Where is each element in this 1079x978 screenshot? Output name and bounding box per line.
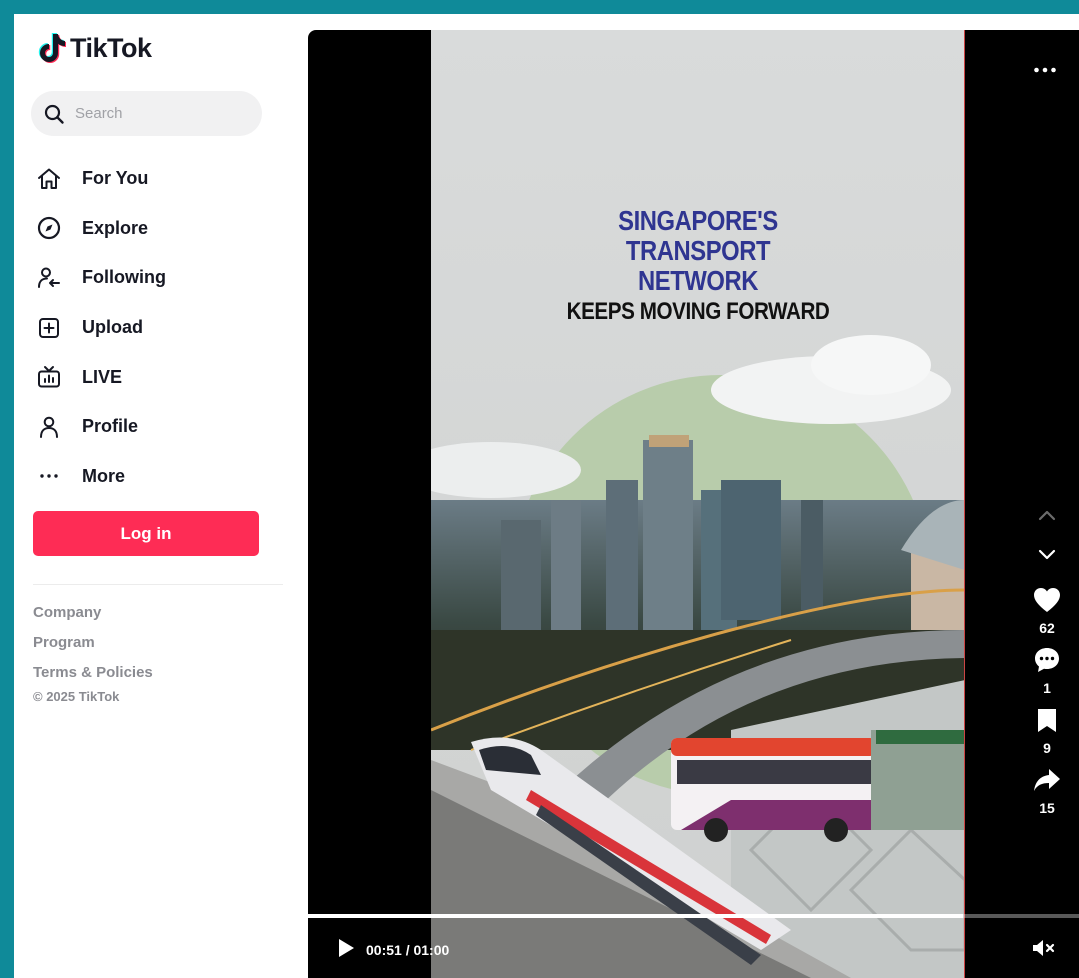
sidebar-item-upload[interactable]: Upload <box>36 303 166 353</box>
progress-fill <box>308 914 964 918</box>
sidebar-item-label: LIVE <box>82 366 123 387</box>
headline-line-2: TRANSPORT <box>625 235 771 266</box>
sidebar-item-following[interactable]: Following <box>36 253 166 303</box>
time-display: 00:51 / 01:00 <box>366 942 450 958</box>
comment-button[interactable]: 1 <box>1033 646 1061 696</box>
footer-link-program[interactable]: Program <box>33 633 153 663</box>
save-button[interactable]: 9 <box>1035 706 1059 756</box>
share-icon <box>1034 769 1060 791</box>
progress-bar[interactable] <box>308 914 1079 918</box>
divider <box>33 584 283 585</box>
profile-icon <box>36 414 62 440</box>
like-button[interactable]: 62 <box>1032 586 1062 636</box>
video-artwork <box>431 30 964 978</box>
copyright: © 2025 TikTok <box>33 689 120 704</box>
footer-link-company[interactable]: Company <box>33 603 153 633</box>
video-player[interactable]: SINGAPORE'S TRANSPORT NETWORK KEEPS MOVI… <box>308 30 1079 978</box>
search-input[interactable] <box>75 105 245 122</box>
next-video-button[interactable] <box>1037 548 1057 566</box>
sidebar-item-live[interactable]: LIVE <box>36 352 166 402</box>
bookmark-icon <box>1038 709 1056 732</box>
sidebar-item-for-you[interactable]: For You <box>36 154 166 204</box>
following-icon <box>36 265 62 291</box>
sidebar-nav: For You Explore Following Upload LIVE Pr… <box>36 154 166 501</box>
app-window: TikTok For You Explore Following <box>14 14 1079 978</box>
mute-button[interactable] <box>1031 937 1057 964</box>
headline-line-1: SINGAPORE'S <box>618 205 778 236</box>
like-count: 62 <box>1039 620 1055 636</box>
heart-icon <box>1034 588 1060 612</box>
home-icon <box>36 166 62 192</box>
comment-icon <box>1035 648 1059 672</box>
more-icon <box>36 463 62 489</box>
upload-icon <box>36 315 62 341</box>
play-icon <box>339 939 354 957</box>
chevron-down-icon <box>1038 549 1056 560</box>
tiktok-logo-icon <box>38 33 66 63</box>
sidebar-item-profile[interactable]: Profile <box>36 402 166 452</box>
sidebar-item-label: Upload <box>82 317 143 338</box>
play-button[interactable] <box>336 937 356 964</box>
action-bar: 62 1 9 15 <box>1025 508 1069 816</box>
sidebar-item-more[interactable]: More <box>36 452 166 502</box>
sidebar-item-explore[interactable]: Explore <box>36 204 166 254</box>
video-headline: SINGAPORE'S TRANSPORT NETWORK KEEPS MOVI… <box>431 205 964 327</box>
tiktok-logo[interactable]: TikTok <box>36 32 152 64</box>
share-button[interactable]: 15 <box>1032 766 1062 816</box>
login-button[interactable]: Log in <box>33 511 259 556</box>
search-bar[interactable] <box>31 91 262 136</box>
player-controls: 00:51 / 01:00 <box>308 920 1079 978</box>
sidebar-item-label: Following <box>82 267 166 288</box>
headline-line-4: KEEPS MOVING FORWARD <box>566 298 830 325</box>
sidebar-item-label: Profile <box>82 416 139 437</box>
sidebar-item-label: For You <box>82 168 149 189</box>
live-icon <box>36 364 62 390</box>
previous-video-button[interactable] <box>1037 508 1057 526</box>
share-count: 15 <box>1039 800 1055 816</box>
brand-name: TikTok <box>70 32 152 63</box>
headline-line-3: NETWORK <box>638 265 758 296</box>
video-frame[interactable]: SINGAPORE'S TRANSPORT NETWORK KEEPS MOVI… <box>431 30 965 978</box>
comment-count: 1 <box>1043 680 1051 696</box>
sidebar-item-label: More <box>82 465 126 486</box>
sidebar-item-label: Explore <box>82 217 149 238</box>
more-options-icon[interactable] <box>1033 54 1057 80</box>
save-count: 9 <box>1043 740 1051 756</box>
search-icon[interactable] <box>43 103 65 125</box>
volume-muted-icon <box>1033 940 1055 956</box>
compass-icon <box>36 215 62 241</box>
sidebar-footer: Company Program Terms & Policies © 2025 … <box>33 603 153 704</box>
chevron-up-icon <box>1038 510 1056 521</box>
